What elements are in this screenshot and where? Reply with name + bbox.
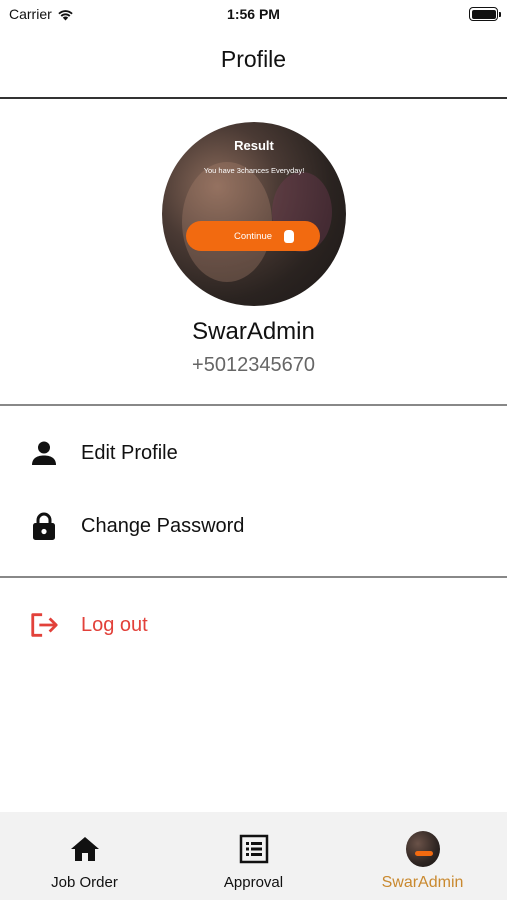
edit-profile-button[interactable]: Edit Profile — [0, 423, 507, 483]
tab-profile[interactable]: SwarAdmin — [338, 812, 507, 900]
page-title: Profile — [220, 46, 287, 72]
edit-profile-label: Edit Profile — [81, 441, 178, 464]
profile-avatar[interactable]: Result You have 3chances Everyday! Conti… — [162, 122, 346, 306]
battery-icon — [469, 7, 501, 21]
avatar-continue-label: Continue — [233, 230, 273, 242]
change-password-label: Change Password — [81, 514, 245, 537]
user-name: SwarAdmin — [192, 318, 315, 345]
status-bar: Carrier 1:56 PM — [0, 0, 507, 30]
pointer-hand-icon — [284, 230, 294, 243]
tab-approval[interactable]: Approval — [169, 812, 338, 900]
tab-job-order[interactable]: Job Order — [0, 812, 169, 900]
avatar-icon — [405, 831, 440, 867]
person-icon — [29, 438, 59, 468]
profile-divider — [0, 404, 507, 406]
header-divider — [0, 97, 507, 99]
home-icon — [68, 832, 102, 866]
user-phone: +5012345670 — [192, 354, 315, 376]
logout-label: Log out — [81, 613, 148, 636]
tab-profile-label: SwarAdmin — [381, 874, 464, 891]
avatar-result-subtitle: You have 3chances Everyday! — [203, 166, 305, 175]
logout-icon — [29, 610, 59, 640]
logout-button[interactable]: Log out — [0, 595, 507, 655]
avatar-continue-button: Continue — [186, 221, 320, 251]
change-password-button[interactable]: Change Password — [0, 496, 507, 556]
menu-divider — [0, 576, 507, 578]
tab-avatar — [405, 831, 440, 867]
tab-approval-label: Approval — [223, 874, 284, 891]
avatar-result-title: Result — [234, 138, 274, 153]
tab-job-order-label: Job Order — [51, 874, 118, 891]
lock-icon — [29, 511, 59, 541]
tab-bar: Job Order Approval SwarAdmin — [0, 812, 507, 900]
status-time: 1:56 PM — [227, 6, 280, 22]
list-icon — [237, 832, 271, 866]
